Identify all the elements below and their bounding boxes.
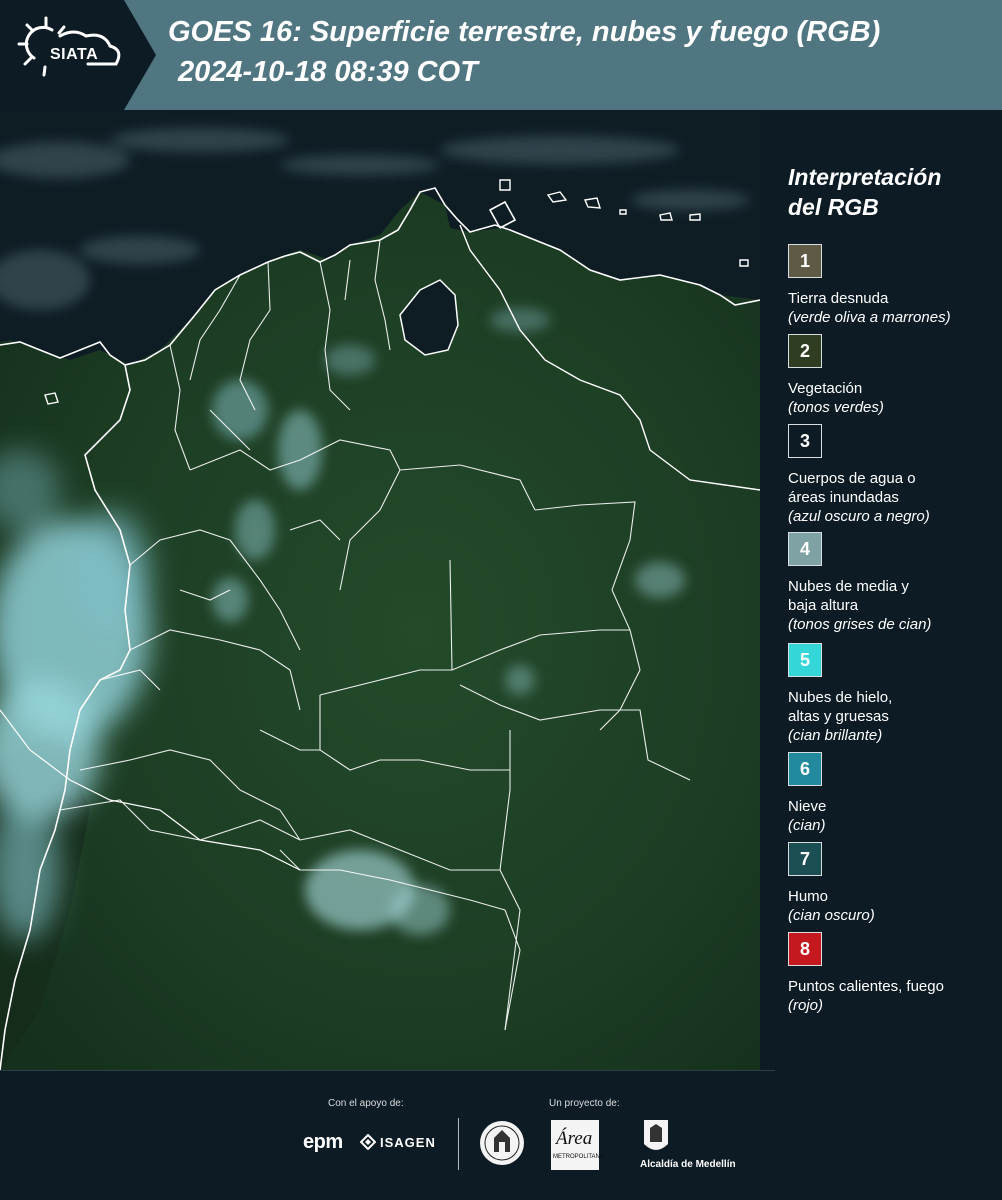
legend-swatch: 4	[788, 532, 822, 566]
legend-note: (cian)	[788, 817, 826, 834]
satellite-map-image	[0, 110, 760, 1070]
footer: Con el apoyo de: Un proyecto de: epm ISA…	[0, 1070, 1002, 1200]
legend-label-line: áreas inundadas	[788, 489, 899, 506]
legend-label-line: Tierra desnuda	[788, 290, 889, 307]
project-caption: Un proyecto de:	[549, 1098, 620, 1109]
page-timestamp: 2024-10-18 08:39 COT	[178, 56, 478, 88]
legend-label-line: Humo	[788, 888, 829, 905]
legend-title-line2: del RGB	[788, 194, 879, 220]
legend-swatch: 6	[788, 752, 822, 786]
footer-divider	[0, 1070, 775, 1071]
legend-label-line: altas y gruesas	[788, 708, 889, 725]
legend-label-line: Vegetación	[788, 380, 863, 397]
legend-item-puntos-calientes: 8 Puntos calientes, fuego (rojo)	[788, 932, 998, 1015]
footer-separator	[458, 1118, 459, 1170]
epm-logo[interactable]: epm	[303, 1131, 343, 1154]
page-title: GOES 16: Superficie terrestre, nubes y f…	[168, 16, 881, 48]
legend-label-line: Nieve	[788, 798, 827, 815]
legend-label: Vegetación	[788, 379, 998, 398]
legend-panel: Interpretación del RGB 1 Tierra desnuda …	[760, 110, 1002, 1070]
legend-item-humo: 7 Humo (cian oscuro)	[788, 842, 998, 925]
legend-swatch: 3	[788, 424, 822, 458]
legend-label-line: Nubes de hielo,	[788, 689, 893, 706]
legend-item-nubes-hielo: 5 Nubes de hielo, altas y gruesas (cian …	[788, 643, 998, 745]
isagen-logo[interactable]: ISAGEN	[380, 1135, 436, 1150]
legend-swatch: 2	[788, 334, 822, 368]
legend-label: Cuerpos de agua o áreas inundadas	[788, 469, 998, 507]
legend-label: Nubes de media y baja altura	[788, 577, 998, 615]
area-logo-sub: METROPOLITANA	[553, 1154, 604, 1160]
alcaldia-shield-icon[interactable]	[642, 1118, 670, 1156]
support-caption: Con el apoyo de:	[328, 1098, 404, 1109]
legend-label: Nubes de hielo, altas y gruesas	[788, 688, 998, 726]
legend-note: (tonos grises de cian)	[788, 616, 932, 633]
legend-label-line: Nubes de media y	[788, 578, 909, 595]
legend-label: Humo	[788, 887, 998, 906]
legend-note: (cian oscuro)	[788, 907, 875, 924]
legend-label: Puntos calientes, fuego	[788, 977, 998, 996]
legend-label: Tierra desnuda	[788, 289, 998, 308]
legend-item-tierra-desnuda: 1 Tierra desnuda (verde oliva a marrones…	[788, 244, 998, 327]
legend-item-vegetacion: 2 Vegetación (tonos verdes)	[788, 334, 998, 417]
legend-title: Interpretación del RGB	[788, 162, 941, 222]
alcaldia-label: Alcaldía de Medellín	[640, 1159, 736, 1170]
legend-note: (tonos verdes)	[788, 399, 884, 416]
legend-title-line1: Interpretación	[788, 164, 942, 190]
legend-swatch: 7	[788, 842, 822, 876]
legend-label-line: Puntos calientes, fuego	[788, 978, 944, 995]
legend-note: (cian brillante)	[788, 727, 883, 744]
legend-label-line: baja altura	[788, 597, 859, 614]
logo-text: SIATA	[50, 46, 99, 63]
legend-item-nieve: 6 Nieve (cian)	[788, 752, 998, 835]
legend-swatch: 8	[788, 932, 822, 966]
legend-note: (azul oscuro a negro)	[788, 508, 930, 525]
siata-logo[interactable]: SIATA	[0, 0, 156, 110]
legend-item-cuerpos-agua: 3 Cuerpos de agua o áreas inundadas (azu…	[788, 424, 998, 526]
university-seal-icon[interactable]	[478, 1118, 526, 1168]
legend-swatch: 5	[788, 643, 822, 677]
legend-note: (rojo)	[788, 997, 824, 1014]
legend-label: Nieve	[788, 797, 998, 816]
area-logo-word: Área	[556, 1128, 593, 1149]
legend-swatch: 1	[788, 244, 822, 278]
area-metropolitana-logo[interactable]: Área METROPOLITANA	[551, 1120, 604, 1170]
satellite-map[interactable]	[0, 110, 760, 1070]
legend-note: (verde oliva a marrones)	[788, 309, 951, 326]
header-bar: SIATA GOES 16: Superficie terrestre, nub…	[0, 0, 1002, 110]
legend-label-line: Cuerpos de agua o	[788, 470, 916, 487]
isagen-mark-icon	[360, 1134, 376, 1150]
legend-item-nubes-media: 4 Nubes de media y baja altura (tonos gr…	[788, 532, 998, 634]
